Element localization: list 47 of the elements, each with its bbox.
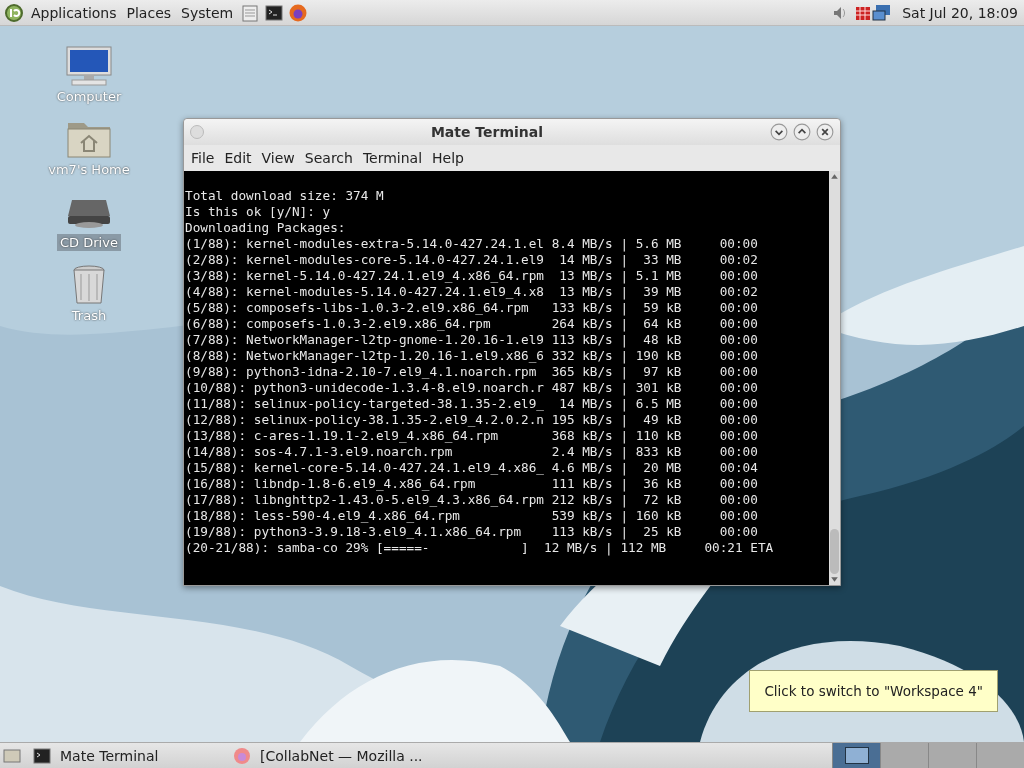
terminal-line: (18/88): less-590-4.el9_4.x86_64.rpm 539 kB/s | 160 kB 00:00 xyxy=(185,508,758,523)
terminal-line: (7/88): NetworkManager-l2tp-gnome-1.20.16-1.el9 113 kB/s | 48 kB 00:00 xyxy=(185,332,758,347)
terminal-line: (13/88): c-ares-1.19.1-2.el9_4.x86_64.rpm 368 kB/s | 110 kB 00:00 xyxy=(185,428,758,443)
terminal-line: (19/88): python3-3.9.18-3.el9_4.1.x86_64.rpm 113 kB/s | 25 kB 00:00 xyxy=(185,524,758,539)
menu-item[interactable]: Search xyxy=(300,150,357,166)
menu-item[interactable]: View xyxy=(257,150,299,166)
menu-item[interactable]: Help xyxy=(428,150,468,166)
panel-menu[interactable]: System xyxy=(178,4,237,21)
workspace-button[interactable] xyxy=(832,742,880,768)
terminal-line: (14/88): sos-4.7.1-3.el9.noarch.rpm 2.4 MB/s | 833 kB 00:00 xyxy=(185,444,758,459)
close-icon[interactable] xyxy=(816,123,834,141)
panel-menu[interactable]: Places xyxy=(123,4,175,21)
computer-icon[interactable] xyxy=(64,46,114,86)
terminal-line: (16/88): libndp-1.8-6.el9_4.x86_64.rpm 111 kB/s | 36 kB 00:00 xyxy=(185,476,758,491)
taskbar-button[interactable]: Mate Terminal xyxy=(26,743,222,768)
terminal-line: (3/88): kernel-5.14.0-427.24.1.el9_4.x86_64.rpm 13 MB/s | 5.1 MB 00:00 xyxy=(185,268,758,283)
terminal-line: (6/88): composefs-1.0.3-2.el9.x86_64.rpm 264 kB/s | 64 kB 00:00 xyxy=(185,316,758,331)
terminal-line: (9/88): python3-idna-2.10-7.el9_4.1.noarch.rpm 365 kB/s | 97 kB 00:00 xyxy=(185,364,758,379)
menu-item[interactable]: Edit xyxy=(220,150,256,166)
terminal-line: (20-21/88): samba-co 29% [=====- ] 12 MB/s | 112 MB 00:21 ETA xyxy=(185,540,774,555)
minimize-icon[interactable] xyxy=(770,123,788,141)
taskbar-button[interactable]: [CollabNet — Mozilla ... xyxy=(226,743,422,768)
terminal-line: (10/88): python3-unidecode-1.3.4-8.el9.noarch.r 487 kB/s | 301 kB 00:00 xyxy=(185,380,758,395)
maximize-icon[interactable] xyxy=(793,123,811,141)
panel-menu[interactable]: Applications xyxy=(28,4,120,21)
terminal-line: (4/88): kernel-modules-5.14.0-427.24.1.el9_4.x8 13 MB/s | 39 MB 00:02 xyxy=(185,284,758,299)
terminal-line: (2/88): kernel-modules-core-5.14.0-427.24.1.el9 14 MB/s | 33 MB 00:02 xyxy=(185,252,758,267)
terminal-line: (5/88): composefs-libs-1.0.3-2.el9.x86_64.rpm 133 kB/s | 59 kB 00:00 xyxy=(185,300,758,315)
menu-item[interactable]: File xyxy=(187,150,219,166)
clock[interactable]: Sat Jul 20, 18:09 xyxy=(902,4,1018,21)
terminal-line: (17/88): libnghttp2-1.43.0-5.el9_4.3.x86_64.rpm 212 kB/s | 72 kB 00:00 xyxy=(185,492,758,507)
scroll-thumb[interactable] xyxy=(830,529,839,574)
terminal-line: Is this ok [y/N]: y xyxy=(185,204,331,219)
terminal-line: (8/88): NetworkManager-l2tp-1.20.16-1.el9.x86_6 332 kB/s | 190 kB 00:00 xyxy=(185,348,758,363)
tooltip: Click to switch to "Workspace 4" xyxy=(749,670,998,712)
terminal-icon xyxy=(32,745,52,766)
terminal-icon[interactable] xyxy=(264,2,285,23)
terminal-line: Total download size: 374 M xyxy=(185,188,384,203)
terminal-line: (1/88): kernel-modules-extra-5.14.0-427.24.1.el 8.4 MB/s | 5.6 MB 00:00 xyxy=(185,236,758,251)
scroll-up-icon[interactable] xyxy=(829,171,840,182)
scrollbar[interactable] xyxy=(829,171,840,585)
terminal-line: (12/88): selinux-policy-38.1.35-2.el9_4.2.0.2.n 195 kB/s | 49 kB 00:00 xyxy=(185,412,758,427)
terminal-line: (11/88): selinux-policy-targeted-38.1.35-2.el9_ 14 MB/s | 6.5 MB 00:00 xyxy=(185,396,758,411)
window-title: Mate Terminal xyxy=(429,124,545,140)
menu-item[interactable]: Terminal xyxy=(358,150,427,166)
terminal-line: Downloading Packages: xyxy=(185,220,346,235)
terminal-line: (15/88): kernel-core-5.14.0-427.24.1.el9_4.x86_ 4.6 MB/s | 20 MB 00:04 xyxy=(185,460,758,475)
